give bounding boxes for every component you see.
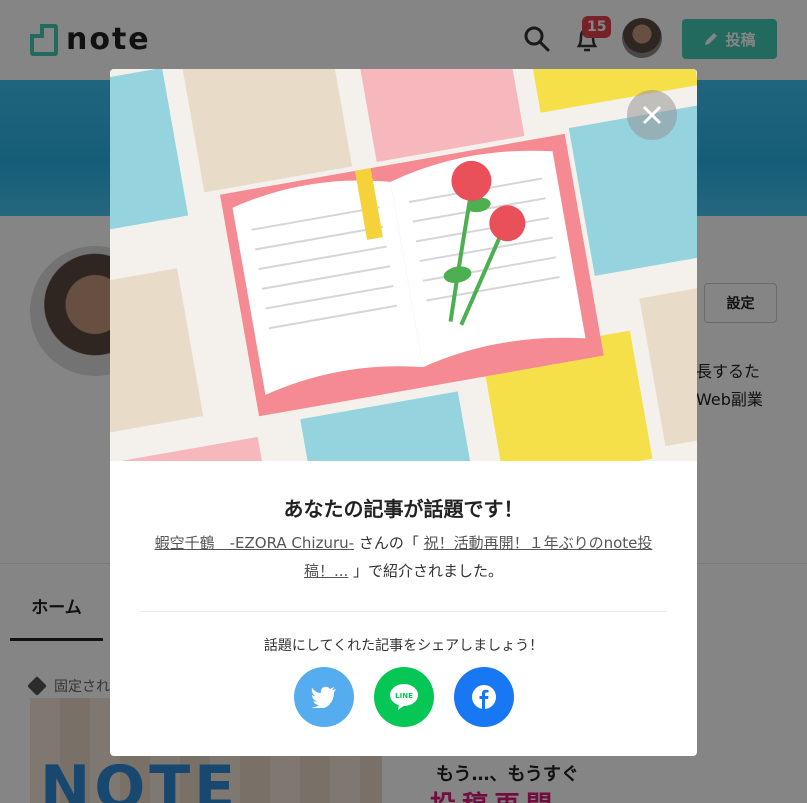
facebook-icon (472, 685, 496, 709)
featured-modal: あなたの記事が話題です！ 蝦空千鶴 -EZORA Chizuru- さんの「 祝… (110, 69, 697, 756)
book-illustration (110, 69, 697, 461)
author-link[interactable]: 蝦空千鶴 -EZORA Chizuru- (155, 534, 354, 552)
share-prompt: 話題にしてくれた記事をシェアしましょう！ (263, 638, 544, 654)
description-text: 」で紹介されました。 (348, 562, 504, 580)
modal-title: あなたの記事が話題です！ (283, 497, 524, 521)
close-button[interactable] (627, 90, 677, 140)
twitter-share-button[interactable] (294, 667, 354, 727)
facebook-share-button[interactable] (454, 667, 514, 727)
close-icon (642, 105, 662, 125)
description-text: さんの「 (354, 534, 424, 552)
divider (140, 611, 667, 612)
modal-description: 蝦空千鶴 -EZORA Chizuru- さんの「 祝！活動再開！１年ぶりのno… (140, 529, 667, 585)
twitter-icon (311, 686, 336, 708)
line-icon-text: LINE (395, 692, 413, 700)
line-icon: LINE (390, 684, 418, 710)
line-share-button[interactable]: LINE (374, 667, 434, 727)
